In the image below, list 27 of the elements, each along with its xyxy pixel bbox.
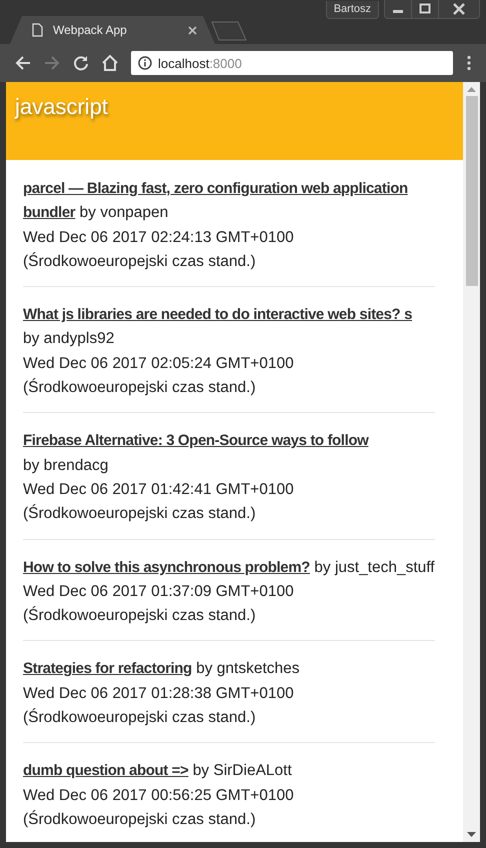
scroll-down-icon[interactable] (467, 832, 476, 837)
post-date: Wed Dec 06 2017 02:24:13 GMT+0100 (Środkowoeuropejski czas stand.) (23, 228, 295, 272)
page-icon (32, 23, 43, 37)
close-tab-icon[interactable] (188, 26, 197, 34)
tab-title: Webpack App (53, 23, 128, 37)
post-heading: Strategies for refactoring by gntsketches (23, 659, 301, 680)
menu-icon[interactable] (466, 55, 472, 71)
post-date: Wed Dec 06 2017 02:05:24 GMT+0100 (Środkowoeuropejski czas stand.) (23, 354, 295, 398)
back-icon[interactable] (14, 54, 32, 72)
home-icon[interactable] (101, 54, 119, 72)
address-bar[interactable]: localhost:8000 (131, 51, 453, 75)
post-date: Wed Dec 06 2017 01:28:38 GMT+0100 (Środkowoeuropejski czas stand.) (23, 684, 295, 728)
post-heading: How to solve this asynchronous problem? by just_tech_stuff (23, 558, 435, 578)
post-date: Wed Dec 06 2017 01:42:41 GMT+0100 (Środkowoeuropejski czas stand.) (23, 480, 295, 524)
scrollbar[interactable] (463, 82, 480, 842)
post-heading: parcel — Blazing fast, zero configuration web application bundler by vonpapen (23, 179, 409, 224)
post-date: Wed Dec 06 2017 01:37:09 GMT+0100 (Środkowoeuropejski czas stand.) (23, 582, 295, 626)
user-badge[interactable]: Bartosz (326, 1, 379, 19)
post-heading: Firebase Alternative: 3 Open-Source ways to follow by brendacg (23, 431, 370, 476)
page-title: javascript (15, 93, 108, 120)
post-date: Wed Dec 06 2017 00:56:25 GMT+0100 (Środkowoeuropejski czas stand.) (23, 786, 295, 830)
reload-icon[interactable] (72, 54, 90, 72)
scrollbar-thumb[interactable] (466, 96, 478, 286)
browser-tab[interactable]: Webpack App (10, 16, 215, 44)
info-icon[interactable] (138, 56, 152, 70)
post-heading: What js libraries are needed to do interactive web sites? s by andypls92 (23, 305, 414, 350)
post-heading: dumb question about => by SirDieALott (23, 761, 293, 782)
